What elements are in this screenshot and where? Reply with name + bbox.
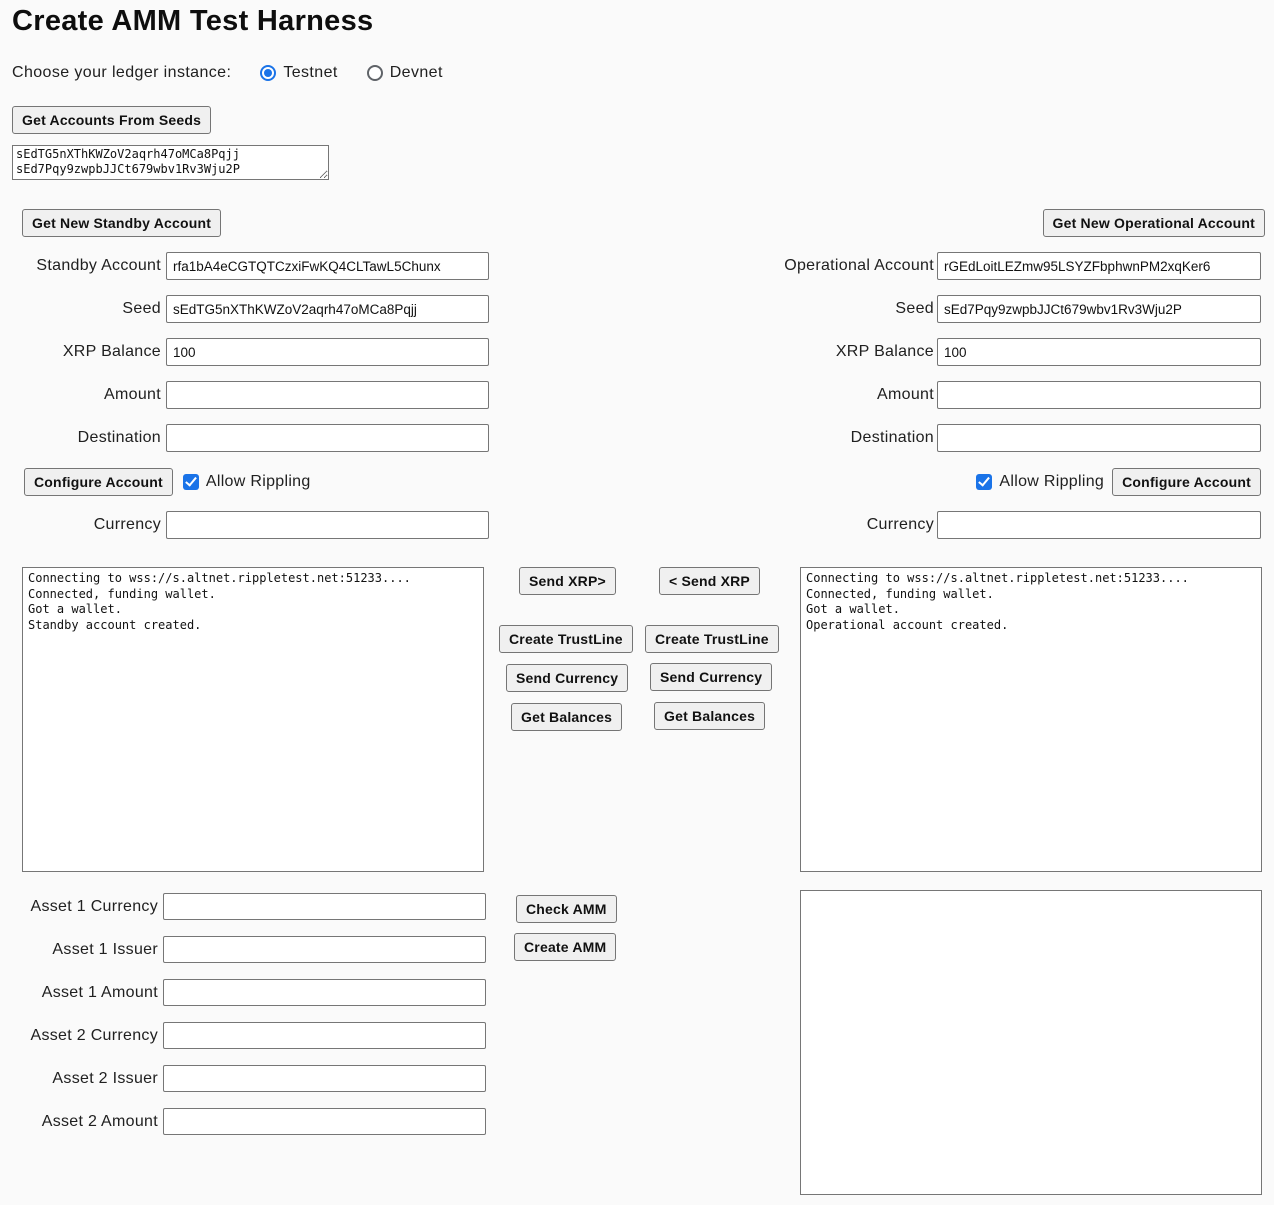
standby-destination-row: Destination	[0, 424, 489, 452]
operational-destination-input[interactable]	[937, 424, 1261, 452]
operational-currency-row: Currency	[772, 511, 1261, 539]
asset2-issuer-input[interactable]	[163, 1065, 486, 1092]
standby-amount-input[interactable]	[166, 381, 489, 409]
standby-account-input[interactable]	[166, 252, 489, 280]
get-new-operational-account-button[interactable]: Get New Operational Account	[1043, 209, 1265, 237]
asset1-amount-row: Asset 1 Amount	[0, 979, 486, 1006]
amm-results-textarea[interactable]	[800, 890, 1262, 1195]
operational-amount-label: Amount	[772, 386, 937, 404]
standby-configure-account-button[interactable]: Configure Account	[24, 468, 173, 496]
asset1-issuer-row: Asset 1 Issuer	[0, 936, 486, 963]
radio-option-devnet[interactable]: Devnet	[367, 64, 443, 82]
get-accounts-from-seeds-button[interactable]: Get Accounts From Seeds	[12, 106, 211, 134]
operational-seed-input[interactable]	[937, 295, 1261, 323]
standby-xrp-balance-input[interactable]	[166, 338, 489, 366]
asset1-issuer-label: Asset 1 Issuer	[0, 941, 163, 959]
standby-account-form: Standby Account Seed XRP Balance Amount …	[0, 252, 489, 539]
operational-account-row: Operational Account	[772, 252, 1261, 280]
ledger-instance-row: Choose your ledger instance: Testnet Dev…	[12, 62, 443, 84]
standby-currency-input[interactable]	[166, 511, 489, 539]
asset2-amount-row: Asset 2 Amount	[0, 1108, 486, 1135]
standby-amount-row: Amount	[0, 381, 489, 409]
standby-seed-row: Seed	[0, 295, 489, 323]
operational-create-trustline-button[interactable]: Create TrustLine	[645, 625, 779, 653]
standby-destination-label: Destination	[0, 429, 166, 447]
operational-amount-input[interactable]	[937, 381, 1261, 409]
operational-configure-row: Allow Rippling Configure Account	[772, 467, 1261, 496]
standby-xrp-balance-label: XRP Balance	[0, 343, 166, 361]
asset1-currency-label: Asset 1 Currency	[0, 898, 163, 916]
get-new-standby-account-button[interactable]: Get New Standby Account	[22, 209, 221, 237]
operational-amount-row: Amount	[772, 381, 1261, 409]
ledger-instance-label: Choose your ledger instance:	[12, 64, 231, 82]
standby-currency-row: Currency	[0, 511, 489, 539]
testnet-radio-label: Testnet	[283, 64, 337, 82]
standby-send-currency-button[interactable]: Send Currency	[506, 664, 628, 692]
operational-xrp-balance-label: XRP Balance	[772, 343, 937, 361]
operational-send-xrp-button[interactable]: < Send XRP	[659, 567, 760, 595]
operational-destination-row: Destination	[772, 424, 1261, 452]
standby-send-xrp-button[interactable]: Send XRP>	[519, 567, 616, 595]
standby-seed-input[interactable]	[166, 295, 489, 323]
operational-configure-account-button[interactable]: Configure Account	[1112, 468, 1261, 496]
standby-create-trustline-button[interactable]: Create TrustLine	[499, 625, 633, 653]
standby-allow-rippling-checkbox[interactable]	[183, 474, 199, 490]
asset2-amount-label: Asset 2 Amount	[0, 1113, 163, 1131]
testnet-radio-icon[interactable]	[260, 65, 276, 81]
asset2-issuer-row: Asset 2 Issuer	[0, 1065, 486, 1092]
standby-results-textarea[interactable]: Connecting to wss://s.altnet.rippletest.…	[22, 567, 484, 872]
asset2-currency-label: Asset 2 Currency	[0, 1027, 163, 1045]
standby-currency-label: Currency	[0, 516, 166, 534]
operational-allow-rippling-checkbox[interactable]	[976, 474, 992, 490]
check-amm-button[interactable]: Check AMM	[516, 895, 617, 923]
operational-seed-label: Seed	[772, 300, 937, 318]
operational-account-input[interactable]	[937, 252, 1261, 280]
asset1-currency-input[interactable]	[163, 893, 486, 920]
standby-amount-label: Amount	[0, 386, 166, 404]
asset1-amount-label: Asset 1 Amount	[0, 984, 163, 1002]
operational-seed-row: Seed	[772, 295, 1261, 323]
operational-results-textarea[interactable]: Connecting to wss://s.altnet.rippletest.…	[800, 567, 1262, 872]
standby-account-label: Standby Account	[0, 257, 166, 275]
operational-xrp-balance-input[interactable]	[937, 338, 1261, 366]
operational-currency-input[interactable]	[937, 511, 1261, 539]
operational-account-label: Operational Account	[772, 257, 937, 275]
asset2-currency-row: Asset 2 Currency	[0, 1022, 486, 1049]
asset2-issuer-label: Asset 2 Issuer	[0, 1070, 163, 1088]
standby-get-balances-button[interactable]: Get Balances	[511, 703, 622, 731]
amm-asset-form: Asset 1 Currency Asset 1 Issuer Asset 1 …	[0, 893, 486, 1135]
asset1-issuer-input[interactable]	[163, 936, 486, 963]
asset2-currency-input[interactable]	[163, 1022, 486, 1049]
standby-account-row: Standby Account	[0, 252, 489, 280]
devnet-radio-label: Devnet	[390, 64, 443, 82]
operational-allow-rippling-label: Allow Rippling	[999, 473, 1104, 491]
asset1-amount-input[interactable]	[163, 979, 486, 1006]
operational-currency-label: Currency	[772, 516, 937, 534]
seeds-textarea[interactable]: sEdTG5nXThKWZoV2aqrh47oMCa8Pqjj sEd7Pqy9…	[12, 145, 329, 180]
page-title: Create AMM Test Harness	[12, 5, 373, 38]
operational-get-balances-button[interactable]: Get Balances	[654, 702, 765, 730]
standby-seed-label: Seed	[0, 300, 166, 318]
create-amm-button[interactable]: Create AMM	[514, 933, 616, 961]
radio-option-testnet[interactable]: Testnet	[260, 64, 337, 82]
standby-balance-row: XRP Balance	[0, 338, 489, 366]
amm-test-harness-page: Create AMM Test Harness Choose your ledg…	[0, 0, 1274, 1205]
asset1-currency-row: Asset 1 Currency	[0, 893, 486, 920]
devnet-radio-icon[interactable]	[367, 65, 383, 81]
standby-configure-row: Configure Account Allow Rippling	[0, 467, 489, 496]
standby-allow-rippling-label: Allow Rippling	[206, 473, 311, 491]
asset2-amount-input[interactable]	[163, 1108, 486, 1135]
standby-destination-input[interactable]	[166, 424, 489, 452]
operational-balance-row: XRP Balance	[772, 338, 1261, 366]
operational-account-form: Operational Account Seed XRP Balance Amo…	[772, 252, 1261, 539]
operational-send-currency-button[interactable]: Send Currency	[650, 663, 772, 691]
operational-destination-label: Destination	[772, 429, 937, 447]
